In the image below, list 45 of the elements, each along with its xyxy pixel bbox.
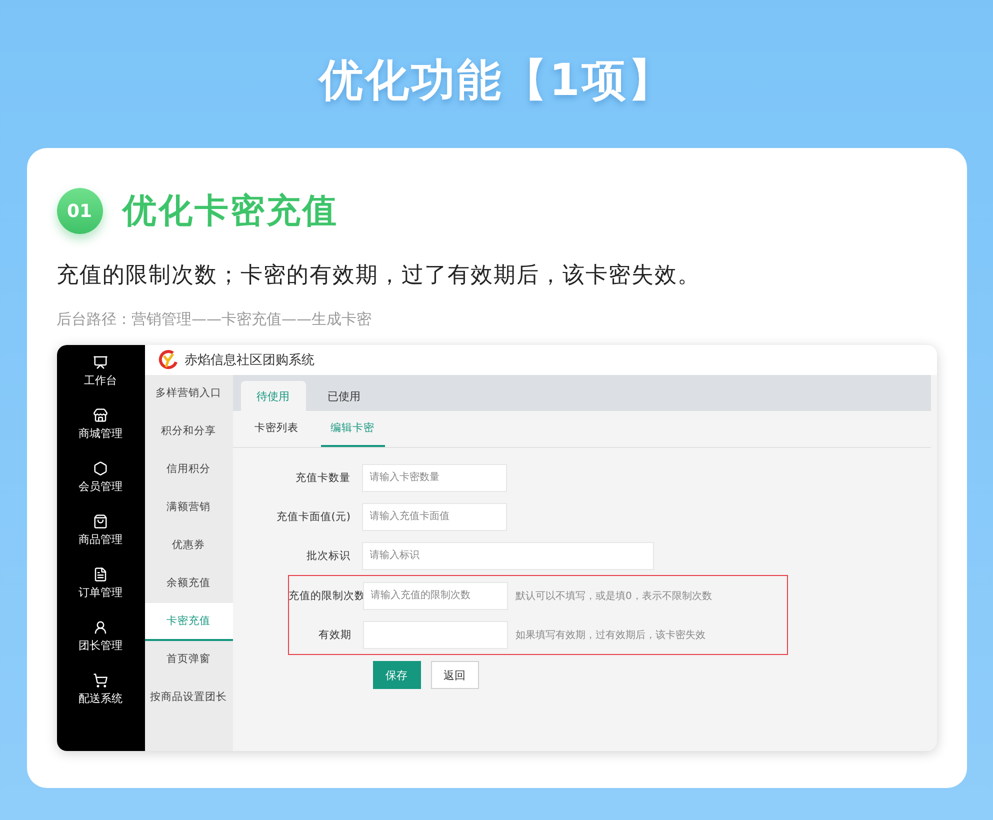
sidebar-item[interactable]: 团长管理: [78, 620, 122, 653]
store-icon: [93, 408, 108, 423]
logo-icon: [156, 350, 178, 370]
input-field[interactable]: 请输入充值的限制次数: [362, 582, 508, 610]
feature-heading: 优化卡密充值: [122, 190, 338, 233]
input-field[interactable]: 请输入标识: [362, 542, 654, 570]
menu-item[interactable]: 积分和分享: [144, 413, 232, 451]
menu-item[interactable]: 优惠券: [144, 527, 232, 565]
sidebar-item[interactable]: 工作台: [84, 355, 117, 388]
field-label: 充值卡面值(元): [275, 510, 352, 524]
menu-item[interactable]: 按商品设置团长: [144, 679, 232, 717]
field-label: 批次标识: [306, 548, 352, 562]
user-icon: [93, 620, 108, 635]
app-title: 赤焰信息社区团购系统: [184, 352, 314, 369]
back-button[interactable]: 返回: [430, 661, 478, 689]
menu-item[interactable]: 余额充值: [144, 565, 232, 603]
save-button[interactable]: 保存: [372, 661, 420, 689]
sidebar-item[interactable]: 配送系统: [78, 673, 122, 706]
tab[interactable]: 已使用: [312, 381, 376, 411]
input-field[interactable]: [362, 620, 508, 648]
monitor-icon: [93, 355, 108, 370]
menu-item[interactable]: 信用积分: [144, 451, 232, 489]
sidebar-item[interactable]: 订单管理: [78, 567, 122, 600]
field-label: 有效期: [318, 628, 352, 642]
document-icon: [93, 567, 108, 582]
sidebar-item[interactable]: 商城管理: [78, 408, 122, 441]
bag-icon: [93, 514, 108, 529]
field-hint: 默认可以不填写，或是填0，表示不限制次数: [516, 590, 712, 602]
field-hint: 如果填写有效期，过有效期后，该卡密失效: [516, 628, 706, 642]
number-badge: 01: [56, 188, 102, 234]
hexagon-icon: [93, 461, 108, 476]
sidebar-item[interactable]: 商品管理: [78, 514, 122, 547]
menu-item[interactable]: 满额营销: [144, 489, 232, 527]
field-label: 充值卡数量: [294, 470, 352, 484]
menu-item[interactable]: 首页弹窗: [144, 641, 232, 679]
admin-path: 后台路径：营销管理——卡密充值——生成卡密: [56, 310, 372, 329]
sub-tab[interactable]: 卡密列表: [244, 411, 308, 447]
input-field[interactable]: 请输入卡密数量: [362, 464, 506, 492]
menu-item[interactable]: 卡密充值: [144, 603, 232, 641]
menu-item[interactable]: 多样营销入口: [144, 375, 232, 413]
cart-icon: [93, 673, 108, 688]
sidebar-item[interactable]: 会员管理: [78, 461, 122, 494]
input-field[interactable]: 请输入充值卡面值: [362, 502, 506, 530]
page-title: 优化功能【1项】: [319, 54, 674, 108]
feature-description: 充值的限制次数；卡密的有效期，过了有效期后，该卡密失效。: [56, 262, 702, 290]
